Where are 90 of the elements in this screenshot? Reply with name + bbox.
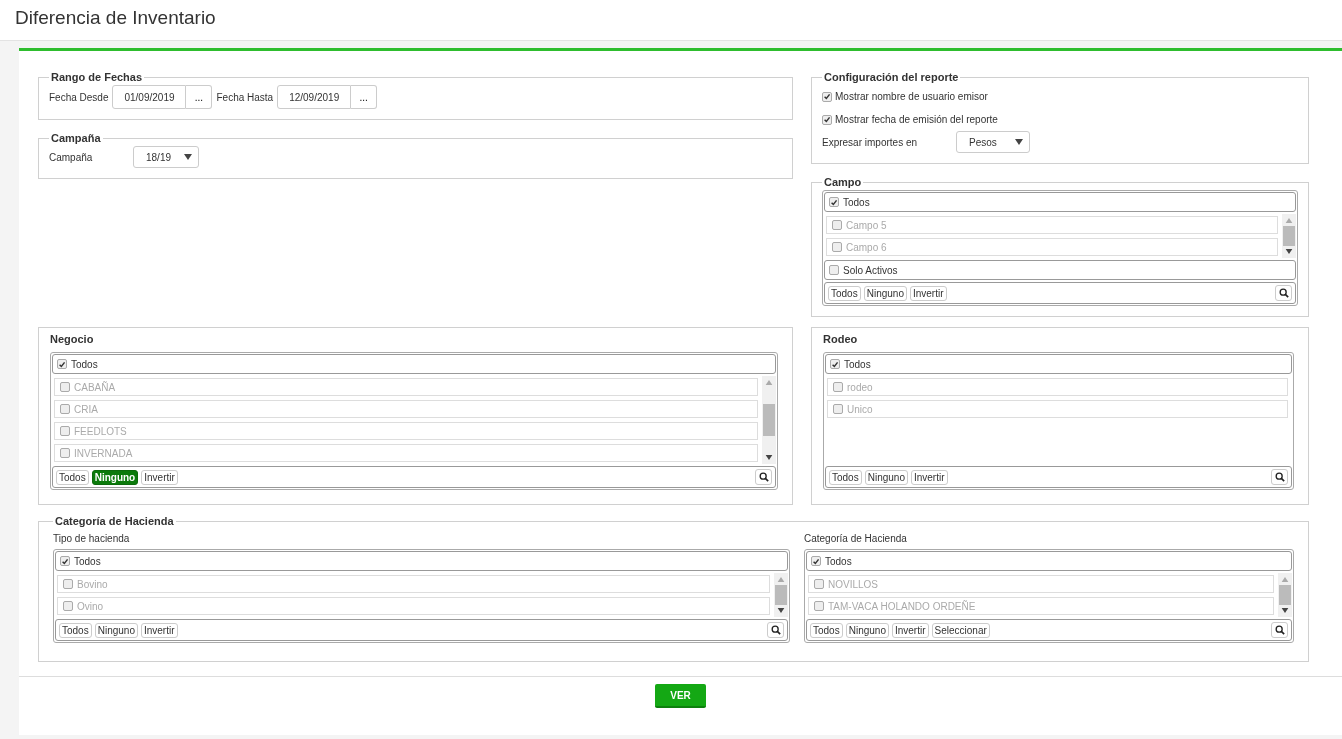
option-label: Solo Activos: [843, 264, 898, 276]
action-button[interactable]: Invertir: [141, 469, 178, 485]
checkbox[interactable]: [822, 91, 832, 102]
section-legend: Rango de Fechas: [49, 71, 145, 83]
option-label: Todos: [843, 196, 870, 208]
checkbox[interactable]: [811, 556, 821, 566]
action-button[interactable]: Ninguno: [845, 622, 889, 638]
action-button[interactable]: Ninguno: [91, 469, 139, 485]
section-legend: Configuración del reporte: [822, 71, 961, 83]
checkbox[interactable]: [822, 114, 832, 125]
action-button[interactable]: Seleccionar: [931, 622, 990, 638]
field-label: Fecha Hasta: [216, 91, 274, 103]
scrollbar[interactable]: [1282, 214, 1296, 258]
option-label: Campo 5: [846, 219, 887, 231]
action-button[interactable]: Todos: [59, 622, 92, 638]
scrollbar[interactable]: [774, 573, 788, 617]
date-picker-button[interactable]: ...: [186, 85, 213, 109]
action-button[interactable]: Todos: [56, 469, 89, 485]
section-legend: Campaña: [49, 132, 103, 144]
section-legend: Categoría de Hacienda: [53, 515, 176, 527]
option-label: rodeo: [847, 381, 873, 393]
action-button[interactable]: Ninguno: [94, 622, 138, 638]
option-label: Bovino: [77, 578, 108, 590]
search-button[interactable]: [767, 622, 784, 638]
currency-select[interactable]: Pesos: [956, 131, 1030, 153]
checkbox[interactable]: [60, 556, 70, 566]
section-legend: Campo: [822, 176, 864, 188]
campaign-select[interactable]: 18/19: [133, 146, 199, 168]
search-button[interactable]: [1271, 622, 1288, 638]
action-button[interactable]: Todos: [829, 469, 862, 485]
field-label: Campaña: [49, 151, 94, 163]
option-label: FEEDLOTS: [74, 425, 127, 437]
field-label: Fecha Desde: [49, 91, 109, 103]
action-button[interactable]: Ninguno: [863, 285, 907, 301]
select-all-row[interactable]: Todos: [824, 192, 1296, 212]
option-label: Todos: [825, 555, 852, 567]
list-label: Tipo de hacienda: [53, 533, 131, 544]
scroll-down-icon[interactable]: [1281, 608, 1289, 613]
caret-icon: [184, 153, 192, 161]
scroll-down-icon[interactable]: [765, 455, 773, 460]
scroll-down-icon[interactable]: [1285, 249, 1293, 254]
action-button[interactable]: Invertir: [909, 285, 947, 301]
field-label: Expresar importes en: [822, 136, 919, 148]
search-icon: [1278, 288, 1289, 298]
action-button[interactable]: Todos: [828, 285, 861, 301]
search-icon: [758, 472, 769, 482]
section-heading: Negocio: [50, 333, 95, 345]
select-all-row[interactable]: Todos: [52, 354, 776, 374]
option-label: CRIA: [74, 403, 98, 415]
action-button[interactable]: Invertir: [140, 622, 178, 638]
checkbox[interactable]: [830, 359, 840, 369]
action-button[interactable]: Todos: [810, 622, 843, 638]
select-all-row[interactable]: Todos: [806, 551, 1292, 571]
checkbox[interactable]: [829, 197, 839, 207]
search-button[interactable]: [1275, 285, 1292, 301]
search-button[interactable]: [1271, 469, 1288, 485]
option-label: Todos: [74, 555, 101, 567]
search-button[interactable]: [755, 469, 772, 485]
scrollbar[interactable]: [1278, 573, 1292, 617]
select-all-row[interactable]: Todos: [825, 354, 1292, 374]
caret-icon: [1015, 138, 1023, 146]
option-label: INVERNADA: [74, 447, 133, 459]
action-button[interactable]: Invertir: [910, 469, 948, 485]
page-title: Diferencia de Inventario: [14, 6, 217, 30]
option-label: CABAÑA: [74, 381, 116, 393]
action-button[interactable]: Invertir: [891, 622, 929, 638]
option-label: Todos: [71, 358, 98, 370]
filter-row[interactable]: Solo Activos: [824, 260, 1296, 280]
section-heading: Rodeo: [823, 333, 859, 345]
date-picker-button[interactable]: ...: [351, 85, 378, 109]
date-field[interactable]: 12/09/2019: [277, 85, 352, 109]
scrollbar[interactable]: [762, 376, 776, 464]
option-label: Mostrar fecha de emisión del reporte: [835, 114, 998, 125]
search-icon: [1274, 625, 1285, 635]
checkbox[interactable]: [829, 265, 839, 275]
select-all-row[interactable]: Todos: [55, 551, 788, 571]
list-label: Categoría de Hacienda: [804, 533, 908, 544]
checkbox[interactable]: [57, 359, 67, 369]
option-label: NOVILLOS: [828, 578, 879, 590]
search-icon: [770, 625, 781, 635]
scroll-down-icon[interactable]: [777, 608, 785, 613]
action-button[interactable]: Ninguno: [864, 469, 908, 485]
option-label: Unico: [847, 403, 873, 415]
option-label: TAM-VACA HOLANDO ORDEÑE: [828, 600, 976, 612]
date-field[interactable]: 01/09/2019: [112, 85, 187, 109]
search-icon: [1274, 472, 1285, 482]
option-label: Campo 6: [846, 241, 887, 253]
option-label: Mostrar nombre de usuario emisor: [835, 91, 988, 102]
option-label: Todos: [844, 358, 871, 370]
option-label: Ovino: [77, 600, 104, 612]
